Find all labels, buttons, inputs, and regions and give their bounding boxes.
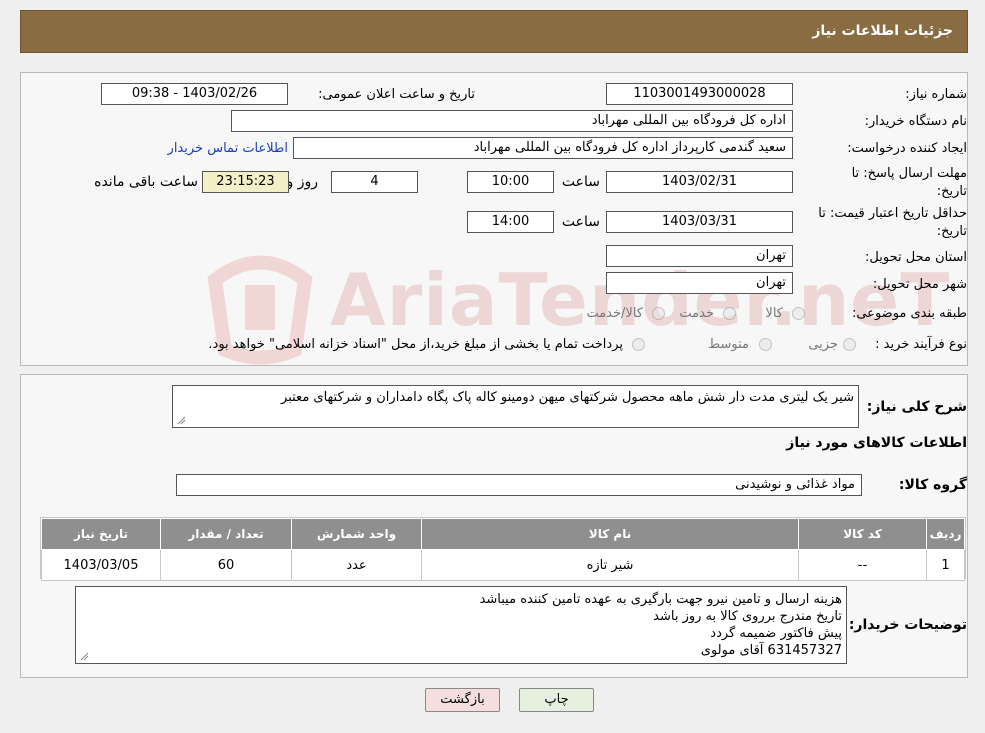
requester-label: ایجاد کننده درخواست: <box>847 141 967 156</box>
category-radio-goods[interactable] <box>792 307 805 320</box>
buyer-org-label: نام دستگاه خریدار: <box>864 114 967 129</box>
goods-table-wrap: ردیف کد کالا نام کالا واحد شمارش تعداد /… <box>40 517 966 581</box>
price-validity-date: 1403/03/31 <box>606 211 793 233</box>
purchase-radio-treasury[interactable] <box>632 338 645 351</box>
price-validity-time: 14:00 <box>467 211 554 233</box>
purchase-type-label: نوع فرآیند خرید : <box>875 337 967 352</box>
cell-unit: عدد <box>291 549 422 581</box>
goods-table-header-row: ردیف کد کالا نام کالا واحد شمارش تعداد /… <box>41 518 965 550</box>
price-validity-label: حداقل تاریخ اعتبار قیمت: تا <box>818 206 967 221</box>
col-code-header: کد کالا <box>798 518 927 550</box>
delivery-province-label: استان محل تحویل: <box>865 250 967 265</box>
goods-table: ردیف کد کالا نام کالا واحد شمارش تعداد /… <box>41 518 965 581</box>
goods-section-title: اطلاعات کالاهای مورد نیاز <box>786 435 967 451</box>
category-radio-service[interactable] <box>723 307 736 320</box>
cell-qty: 60 <box>160 549 292 581</box>
resize-handle-icon[interactable] <box>79 651 89 661</box>
cell-date: 1403/03/05 <box>41 549 161 581</box>
buyer-note-line: پیش فاکتور ضمیمه گردد <box>710 626 842 641</box>
reply-days-label: روز و <box>286 174 319 190</box>
back-button[interactable]: بازگشت <box>425 688 500 712</box>
purchase-radio-minor[interactable] <box>843 338 856 351</box>
page-header: جزئیات اطلاعات نیاز <box>20 10 968 53</box>
remaining-time-field: 23:15:23 <box>202 171 289 193</box>
requester-field: سعید گندمی کارپرداز اداره کل فرودگاه بین… <box>293 137 793 159</box>
resize-handle-icon[interactable] <box>176 415 186 425</box>
purchase-radio-medium[interactable] <box>759 338 772 351</box>
watermark-text: AriaTender.neT <box>330 258 951 342</box>
cell-row: 1 <box>926 549 965 581</box>
buyer-note-line: تاریخ مندرج برروی کالا به روز باشد <box>653 609 842 624</box>
remaining-time-label: ساعت باقی مانده <box>94 174 198 190</box>
col-row-header: ردیف <box>926 518 965 550</box>
price-validity-time-label: ساعت <box>561 214 600 230</box>
reply-time-label: ساعت <box>561 174 600 190</box>
page-title: جزئیات اطلاعات نیاز <box>812 23 953 39</box>
buyer-note-line: هزینه ارسال و تامین نیرو جهت بارگیری به … <box>479 592 842 607</box>
category-option-service: خدمت <box>679 306 714 321</box>
purchase-note: پرداخت تمام یا بخشی از مبلغ خرید،از محل … <box>208 337 623 352</box>
reply-days-field: 4 <box>331 171 418 193</box>
reply-deadline-time: 10:00 <box>467 171 554 193</box>
buyer-contact-link[interactable]: اطلاعات تماس خریدار <box>168 141 288 156</box>
buyer-note-line: 631457327 آقای مولوی <box>700 643 842 658</box>
announce-datetime-label: تاریخ و ساعت اعلان عمومی: <box>318 87 475 102</box>
buyer-notes-field: هزینه ارسال و تامین نیرو جهت بارگیری به … <box>75 586 847 664</box>
category-option-goods-service: کالا/خدمت <box>586 306 643 321</box>
delivery-province-field: تهران <box>606 245 793 267</box>
col-date-header: تاریخ نیاز <box>41 518 161 550</box>
category-label: طبقه بندی موضوعی: <box>851 306 967 321</box>
purchase-option-minor: جزیی <box>808 337 838 352</box>
goods-group-field: مواد غذائی و نوشیدنی <box>176 474 862 496</box>
delivery-city-label: شهر محل تحویل: <box>872 277 967 292</box>
purchase-option-medium: متوسط <box>708 337 749 352</box>
need-number-label: شماره نیاز: <box>905 87 967 102</box>
col-unit-header: واحد شمارش <box>291 518 422 550</box>
summary-label: شرح کلی نیاز: <box>866 399 967 415</box>
summary-text: شیر یک لیتری مدت دار شش ماهه محصول شرکته… <box>281 390 854 405</box>
reply-deadline-label: مهلت ارسال پاسخ: تا <box>851 166 967 181</box>
delivery-city-field: تهران <box>606 272 793 294</box>
need-number-field: 1103001493000028 <box>606 83 793 105</box>
buyer-notes-label: توضیحات خریدار: <box>848 617 967 633</box>
category-option-goods: کالا <box>765 306 783 321</box>
goods-group-label: گروه کالا: <box>898 477 967 493</box>
category-radio-goods-service[interactable] <box>652 307 665 320</box>
cell-name: شیر تازه <box>421 549 799 581</box>
cell-code: -- <box>798 549 927 581</box>
buyer-org-field: اداره کل فرودگاه بین المللی مهراباد <box>231 110 793 132</box>
summary-field: شیر یک لیتری مدت دار شش ماهه محصول شرکته… <box>172 385 859 428</box>
price-validity-label-date: تاریخ: <box>936 224 967 239</box>
col-name-header: نام کالا <box>421 518 799 550</box>
print-button[interactable]: چاپ <box>519 688 594 712</box>
table-row: 1 -- شیر تازه عدد 60 1403/03/05 <box>41 549 965 581</box>
reply-deadline-label-date: تاریخ: <box>936 184 967 199</box>
announce-datetime-field: 1403/02/26 - 09:38 <box>101 83 288 105</box>
col-qty-header: تعداد / مقدار <box>160 518 292 550</box>
reply-deadline-date: 1403/02/31 <box>606 171 793 193</box>
